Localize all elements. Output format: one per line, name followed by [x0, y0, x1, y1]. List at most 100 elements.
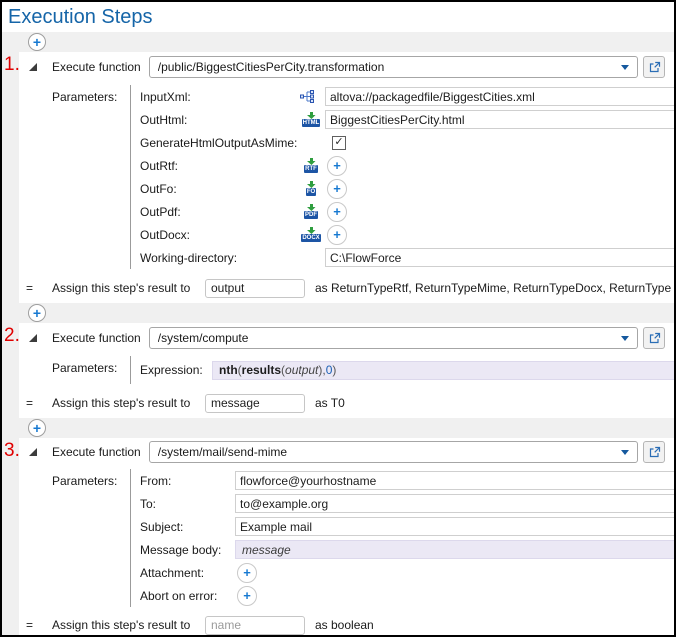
assign-result-label: Assign this step's result to — [52, 618, 205, 632]
parameters-divider — [130, 356, 131, 384]
html-file-icon: HTML — [300, 112, 325, 127]
param-label: OutFo: — [140, 182, 300, 196]
param-row-to: To: — [19, 492, 674, 515]
add-step-button[interactable]: + — [28, 304, 46, 322]
external-link-icon — [648, 61, 661, 74]
add-step-button[interactable]: + — [28, 33, 46, 51]
parameters-divider — [130, 85, 131, 269]
step-3-annotation-number: 3. — [4, 440, 20, 462]
chevron-down-icon[interactable] — [621, 65, 629, 70]
execute-function-label: Execute function — [52, 331, 141, 345]
param-label: GenerateHtmlOutputAsMime: — [140, 136, 300, 150]
open-function-button[interactable] — [643, 56, 665, 78]
param-row-outdocx: OutDocx: DOCX + — [19, 223, 674, 246]
collapse-triangle-icon[interactable] — [29, 334, 37, 342]
add-step-button[interactable]: + — [28, 419, 46, 437]
assign-result-label: Assign this step's result to — [52, 396, 205, 410]
param-label: OutPdf: — [140, 205, 300, 219]
expression-field[interactable]: nth(results(output), 0) — [212, 361, 674, 380]
equals-icon: = — [26, 281, 52, 295]
parameters-label: Parameters: — [52, 90, 117, 104]
expression-number: 0 — [326, 363, 333, 377]
param-label: Working-directory: — [140, 251, 300, 265]
execution-steps-panel: Execution Steps + 1. Execute function /p… — [0, 0, 676, 637]
expression-function: results — [242, 363, 281, 377]
param-label: To: — [140, 497, 235, 511]
generate-mime-checkbox[interactable]: ✓ — [332, 136, 346, 150]
parameters-divider — [130, 469, 131, 607]
step-2-parameters: Parameters: Expression: nth(results(outp… — [19, 353, 674, 388]
param-row-outfo: OutFo: FO + — [19, 177, 674, 200]
from-field[interactable] — [235, 471, 674, 490]
param-label: Abort on error: — [140, 589, 235, 603]
step-3-header: Execute function /system/mail/send-mime — [19, 438, 674, 466]
add-outpdf-button[interactable]: + — [327, 202, 347, 222]
function-path-combobox[interactable]: /public/BiggestCitiesPerCity.transformat… — [149, 56, 638, 78]
add-outfo-button[interactable]: + — [327, 179, 347, 199]
page-title-row: Execution Steps — [2, 2, 674, 32]
param-row-outpdf: OutPdf: PDF + — [19, 200, 674, 223]
subject-field[interactable] — [235, 517, 674, 536]
result-type-text: as ReturnTypeRtf, ReturnTypeMime, Return… — [315, 281, 674, 295]
step-2: 2. Execute function /system/compute — [19, 323, 674, 418]
param-label: Attachment: — [140, 566, 235, 580]
open-function-button[interactable] — [643, 441, 665, 463]
param-label: OutRtf: — [140, 159, 300, 173]
working-directory-field[interactable] — [325, 248, 674, 267]
expression-argument: output — [285, 363, 318, 377]
external-link-icon — [648, 332, 661, 345]
equals-icon: = — [26, 396, 52, 410]
param-row-outhtml: OutHtml: HTML — [19, 108, 674, 131]
equals-icon: = — [26, 618, 52, 632]
param-label: InputXml: — [140, 90, 300, 104]
param-row-messagebody: Message body: message — [19, 538, 674, 561]
message-body-field[interactable]: message — [235, 540, 674, 559]
param-label: Subject: — [140, 520, 235, 534]
result-name-field[interactable] — [205, 616, 305, 635]
add-attachment-button[interactable]: + — [237, 563, 257, 583]
to-field[interactable] — [235, 494, 674, 513]
steps-content: + 1. Execute function /public/BiggestCit… — [2, 32, 674, 635]
add-outdocx-button[interactable]: + — [327, 225, 347, 245]
open-function-button[interactable] — [643, 327, 665, 349]
step-1-annotation-number: 1. — [4, 54, 20, 76]
step-2-annotation-number: 2. — [4, 325, 20, 347]
step-1-parameters: Parameters: InputXml: — [19, 82, 674, 273]
param-row-generatemime: GenerateHtmlOutputAsMime: ✓ — [19, 131, 674, 154]
chevron-down-icon[interactable] — [621, 336, 629, 341]
add-outrtf-button[interactable]: + — [327, 156, 347, 176]
inputxml-field[interactable] — [325, 87, 674, 106]
function-path-value: /public/BiggestCitiesPerCity.transformat… — [158, 60, 615, 74]
collapse-triangle-icon[interactable] — [29, 63, 37, 71]
result-name-field[interactable] — [205, 394, 305, 413]
chevron-down-icon[interactable] — [621, 450, 629, 455]
param-label: OutDocx: — [140, 228, 300, 242]
param-label: Expression: — [140, 363, 212, 377]
function-path-combobox[interactable]: /system/compute — [149, 327, 638, 349]
rtf-file-icon: RTF — [300, 158, 325, 173]
param-row-abortonerror: Abort on error: + — [19, 584, 674, 607]
add-step-row: + — [2, 418, 674, 438]
assign-result-label: Assign this step's result to — [52, 281, 205, 295]
param-row-attachment: Attachment: + — [19, 561, 674, 584]
collapse-triangle-icon[interactable] — [29, 448, 37, 456]
parameters-label: Parameters: — [52, 361, 117, 375]
execute-function-label: Execute function — [52, 60, 141, 74]
step-3: 3. Execute function /system/mail/send-mi… — [19, 438, 674, 635]
param-row-outrtf: OutRtf: RTF + — [19, 154, 674, 177]
result-type-text: as T0 — [315, 396, 674, 410]
step-1-assign-row: = Assign this step's result to as Return… — [19, 273, 674, 303]
message-body-value: message — [242, 543, 291, 557]
function-path-value: /system/mail/send-mime — [158, 445, 615, 459]
result-name-field[interactable] — [205, 279, 305, 298]
page-title: Execution Steps — [8, 6, 674, 29]
external-link-icon — [648, 446, 661, 459]
add-abort-on-error-button[interactable]: + — [237, 586, 257, 606]
function-path-combobox[interactable]: /system/mail/send-mime — [149, 441, 638, 463]
step-3-parameters: Parameters: From: To: Subject: Message b… — [19, 466, 674, 611]
parameters-label: Parameters: — [52, 474, 117, 488]
outhtml-field[interactable] — [325, 110, 674, 129]
fo-file-icon: FO — [300, 181, 325, 196]
step-2-assign-row: = Assign this step's result to as T0 — [19, 388, 674, 418]
step-2-header: Execute function /system/compute — [19, 323, 674, 353]
